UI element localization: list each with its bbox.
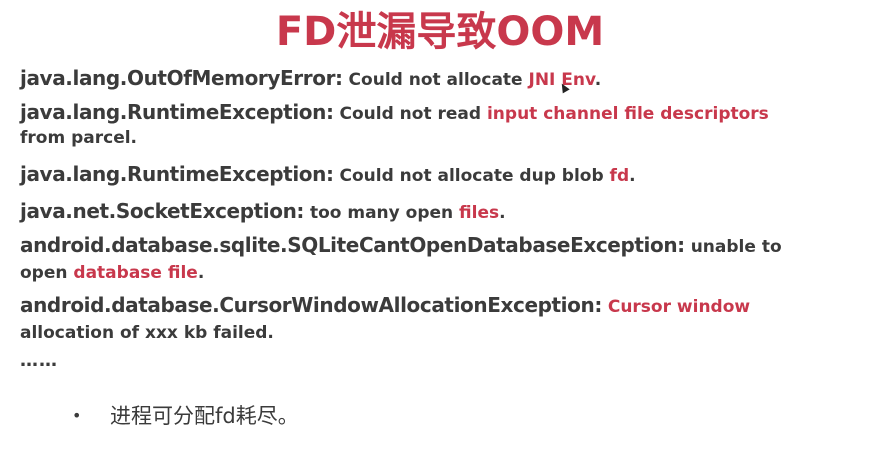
exception-entry-dup-blob: java.lang.RuntimeException: Could not al… xyxy=(20,160,636,190)
ellipsis: …… xyxy=(20,350,58,371)
exception-entry-socket: java.net.SocketException: too many open … xyxy=(20,197,506,227)
exception-message-end: . xyxy=(197,263,205,283)
highlight-text: database file xyxy=(73,263,198,283)
exception-entry-oom: java.lang.OutOfMemoryError: Could not al… xyxy=(20,64,601,94)
exception-name: java.net.SocketException: xyxy=(20,199,305,223)
exception-message-end: . xyxy=(594,70,602,90)
exception-message-end: from parcel. xyxy=(20,128,138,148)
exception-entry-sqlite: android.database.sqlite.SQLiteCantOpenDa… xyxy=(20,232,782,286)
exception-message: unable to xyxy=(684,237,782,257)
exception-name: android.database.sqlite.SQLiteCantOpenDa… xyxy=(20,233,685,257)
slide-title: FD泄漏导致OOM xyxy=(275,9,605,55)
bullet-text: 进程可分配fd耗尽。 xyxy=(110,404,299,428)
exception-message-end: . xyxy=(629,166,636,186)
bullet-dot-icon: • xyxy=(72,406,82,425)
exception-message-end: . xyxy=(499,203,506,223)
highlight-text: input channel file descriptors xyxy=(486,104,769,124)
exception-name: java.lang.RuntimeException: xyxy=(20,100,334,124)
exception-message: Could not allocate dup blob xyxy=(333,166,610,186)
highlight-text: fd xyxy=(609,166,630,186)
exception-name: java.lang.RuntimeException: xyxy=(20,162,334,186)
exception-name: java.lang.OutOfMemoryError: xyxy=(20,66,343,90)
bullet-point: • 进程可分配fd耗尽。 xyxy=(72,400,299,430)
exception-message: Could not read xyxy=(333,104,487,124)
exception-message: Could not allocate xyxy=(342,70,529,90)
exception-entry-input-channel: java.lang.RuntimeException: Could not re… xyxy=(20,100,769,150)
exception-message-end: allocation of xxx kb failed. xyxy=(20,323,274,343)
exception-message-cont: open xyxy=(20,263,74,283)
highlight-text: Cursor window xyxy=(607,297,751,317)
exception-message: too many open xyxy=(304,203,460,223)
exception-name: android.database.CursorWindowAllocationE… xyxy=(20,293,602,317)
highlight-text: files xyxy=(459,203,500,223)
exception-entry-cursor-window: android.database.CursorWindowAllocationE… xyxy=(20,292,750,346)
